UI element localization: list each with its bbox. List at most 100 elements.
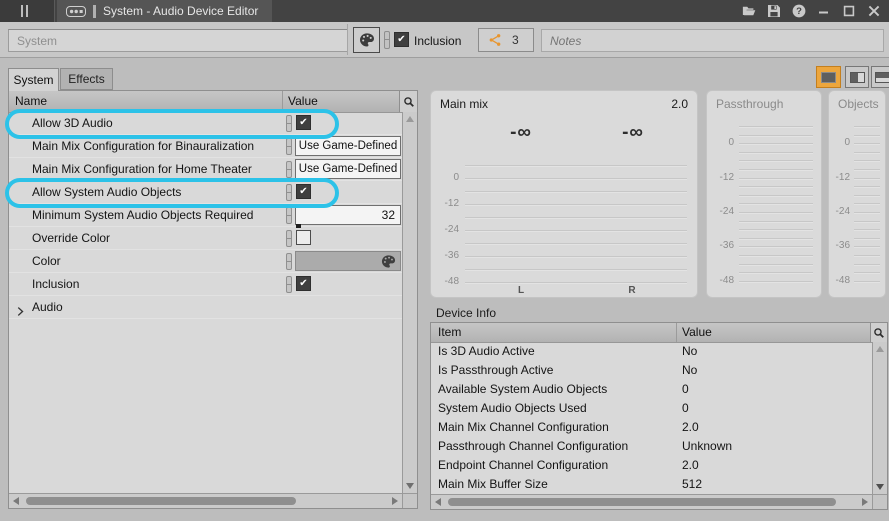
- notes-input[interactable]: [541, 29, 884, 52]
- property-row[interactable]: Allow 3D Audio: [9, 112, 402, 135]
- device-info-row[interactable]: Endpoint Channel Configuration2.0: [431, 456, 872, 475]
- color-swatch-button[interactable]: [295, 251, 401, 271]
- scrollbar-thumb[interactable]: [26, 497, 296, 505]
- chevron-right-icon[interactable]: [16, 303, 25, 312]
- meter-gridline: [854, 160, 880, 161]
- meter-gridline: [854, 203, 880, 204]
- device-info-row[interactable]: Available System Audio Objects 0: [431, 380, 872, 399]
- audio-device-icon: [66, 6, 86, 17]
- value-drag-handle[interactable]: [286, 207, 292, 224]
- value-drag-handle[interactable]: [286, 276, 292, 293]
- meter-gridline: [854, 221, 880, 222]
- device-info-row[interactable]: Is 3D Audio ActiveNo: [431, 342, 872, 361]
- scroll-up-icon[interactable]: [406, 116, 414, 122]
- scroll-left-icon[interactable]: [435, 498, 441, 506]
- device-info-row[interactable]: Passthrough Channel ConfigurationUnknown: [431, 437, 872, 456]
- color-picker-button[interactable]: [353, 27, 380, 53]
- device-info-row[interactable]: System Audio Objects Used0: [431, 399, 872, 418]
- device-info-vertical-scrollbar[interactable]: [872, 342, 887, 494]
- references-button[interactable]: 3: [478, 28, 534, 52]
- property-dropdown[interactable]: Use Game-Defined: [295, 159, 401, 179]
- search-button[interactable]: [870, 323, 887, 342]
- device-info-value: 0: [682, 382, 689, 396]
- object-name-input[interactable]: [8, 29, 348, 52]
- search-button[interactable]: [399, 91, 417, 112]
- value-drag-handle[interactable]: [286, 230, 292, 247]
- device-info-table: Item Value Is 3D Audio ActiveNoIs Passth…: [430, 322, 888, 510]
- property-row[interactable]: Allow System Audio Objects: [9, 181, 402, 204]
- meter-gridline: [739, 143, 813, 144]
- main-mix-meter: Main mix 2.0 -∞ -∞ 0-12-24-36-48LR: [430, 90, 698, 298]
- layout-single-pane-button[interactable]: [816, 66, 841, 88]
- meter-gridline: [465, 269, 687, 270]
- passthrough-meter: Passthrough 0-12-24-36-48: [706, 90, 822, 298]
- scroll-up-icon[interactable]: [876, 346, 884, 352]
- meter-gridline: [739, 160, 813, 161]
- property-checkbox[interactable]: [296, 230, 311, 245]
- device-info-row[interactable]: Main Mix Channel Configuration2.0: [431, 418, 872, 437]
- column-divider[interactable]: [282, 91, 283, 112]
- scroll-right-icon[interactable]: [392, 497, 398, 505]
- editor-document-tab[interactable]: System - Audio Device Editor: [57, 0, 272, 22]
- device-info-item: Is Passthrough Active: [438, 363, 553, 377]
- property-checkbox[interactable]: [296, 115, 311, 130]
- property-row[interactable]: Override Color: [9, 227, 402, 250]
- minimize-icon[interactable]: [817, 4, 831, 18]
- save-icon[interactable]: [767, 4, 781, 18]
- property-number-input[interactable]: 32: [295, 205, 401, 225]
- help-icon[interactable]: ?: [792, 4, 806, 18]
- single-pane-icon: [821, 72, 836, 83]
- channel-config-value: 2.0: [671, 97, 688, 111]
- property-row[interactable]: Main Mix Configuration for Home TheaterU…: [9, 158, 402, 181]
- property-dropdown[interactable]: Use Game-Defined: [295, 136, 401, 156]
- device-info-value: 2.0: [682, 458, 699, 472]
- meter-gridline: [465, 282, 687, 283]
- close-icon[interactable]: [867, 4, 881, 18]
- value-drag-handle[interactable]: [286, 115, 292, 132]
- scroll-down-icon[interactable]: [876, 484, 884, 490]
- column-header-value[interactable]: Value: [288, 94, 318, 108]
- device-info-horizontal-scrollbar[interactable]: [431, 494, 872, 509]
- property-name: Color: [32, 254, 61, 268]
- inclusion-label: Inclusion: [414, 34, 461, 48]
- property-horizontal-scrollbar[interactable]: [9, 493, 402, 508]
- open-folder-icon[interactable]: [742, 4, 756, 18]
- property-checkbox[interactable]: [296, 276, 311, 291]
- inclusion-checkbox[interactable]: [394, 32, 409, 47]
- toolbar-splitter-handle[interactable]: [384, 31, 390, 49]
- column-header-name[interactable]: Name: [15, 94, 47, 108]
- property-row[interactable]: Inclusion: [9, 273, 402, 296]
- value-drag-handle[interactable]: [286, 161, 292, 178]
- column-header-value[interactable]: Value: [682, 325, 712, 339]
- meter-scale-label: -36: [829, 240, 850, 251]
- column-header-item[interactable]: Item: [438, 325, 461, 339]
- layout-split-horizontal-button[interactable]: [871, 66, 889, 88]
- device-info-item: Available System Audio Objects: [438, 382, 607, 396]
- value-drag-handle[interactable]: [286, 138, 292, 155]
- device-info-row[interactable]: Is Passthrough ActiveNo: [431, 361, 872, 380]
- scroll-down-icon[interactable]: [406, 483, 414, 489]
- property-row[interactable]: Minimum System Audio Objects Required32: [9, 204, 402, 227]
- scroll-left-icon[interactable]: [13, 497, 19, 505]
- tab-system[interactable]: System: [8, 68, 59, 91]
- value-drag-handle[interactable]: [286, 253, 292, 270]
- column-divider[interactable]: [676, 323, 677, 342]
- grip-bar-icon: [21, 5, 23, 17]
- property-checkbox[interactable]: [296, 184, 311, 199]
- meter-gridline: [739, 126, 813, 127]
- property-row[interactable]: Main Mix Configuration for Binauralizati…: [9, 135, 402, 158]
- tab-effects[interactable]: Effects: [60, 68, 113, 90]
- scroll-right-icon[interactable]: [862, 498, 868, 506]
- window-grip[interactable]: [0, 0, 55, 22]
- meter-title: Passthrough: [716, 97, 783, 111]
- device-info-row[interactable]: Main Mix Buffer Size512: [431, 475, 872, 494]
- meter-scale-label: -12: [709, 172, 734, 183]
- meter-gridline: [739, 272, 813, 273]
- layout-split-vertical-button[interactable]: [845, 66, 869, 88]
- value-drag-handle[interactable]: [286, 184, 292, 201]
- maximize-icon[interactable]: [842, 4, 856, 18]
- scrollbar-thumb[interactable]: [448, 498, 836, 506]
- property-row[interactable]: Audio: [9, 296, 402, 319]
- property-vertical-scrollbar[interactable]: [402, 112, 417, 493]
- property-row[interactable]: Color: [9, 250, 402, 273]
